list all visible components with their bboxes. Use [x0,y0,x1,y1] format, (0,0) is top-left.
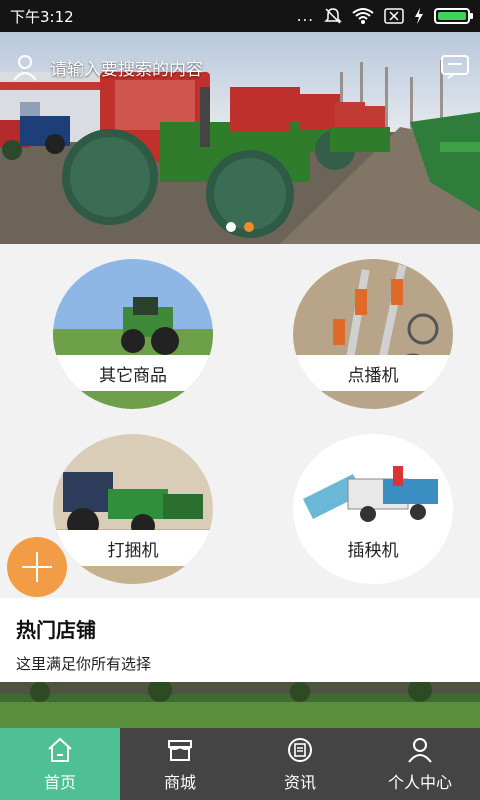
more-dots-icon: ... [296,7,314,25]
user-icon[interactable] [10,52,40,82]
hero-banner[interactable]: 请输入要搜索的内容 [0,32,480,244]
nav-shop[interactable]: 商城 [120,728,240,800]
category-other-products[interactable]: 其它商品 [53,259,213,409]
news-icon [288,737,312,762]
nav-news[interactable]: 资讯 [240,728,360,800]
nav-label: 资讯 [283,772,316,792]
hot-stores-subtitle: 这里满足你所有选择 [16,655,152,673]
status-bar: 下午3:12 ... [0,0,480,32]
message-icon[interactable] [440,54,470,80]
wifi-icon [352,8,374,24]
nav-label: 首页 [43,772,76,792]
nav-label: 个人中心 [387,772,452,792]
hot-stores-section: 热门店铺 这里满足你所有选择 [0,598,480,682]
bottom-nav: 首页 商城 资讯 个人中心 [0,728,480,800]
category-baler[interactable]: 打捆机 [53,434,213,584]
category-label: 插秧机 [293,530,453,566]
hot-stores-title: 热门店铺 [16,618,96,642]
nav-home[interactable]: 首页 [0,728,120,800]
category-rice-transplanter[interactable]: 插秧机 [293,434,453,584]
person-icon [408,737,432,763]
add-button[interactable] [7,537,67,597]
nav-label: 商城 [163,772,196,792]
mute-icon [324,8,342,24]
field-image [0,682,480,728]
category-grid: 其它商品 点播机 打捆机 插秧机 [0,244,480,598]
carousel-dots [0,222,480,232]
status-icons: ... [296,7,473,25]
store-banner-image[interactable] [0,682,480,728]
category-seeder[interactable]: 点播机 [293,259,453,409]
search-bar[interactable]: 请输入要搜索的内容 [10,50,470,84]
carousel-dot-active[interactable] [244,222,254,232]
home-icon [48,737,72,762]
sim-icon [384,8,404,24]
status-time: 下午3:12 [10,7,74,26]
carousel-dot[interactable] [226,222,236,232]
battery-icon [434,8,473,24]
category-label: 点播机 [293,355,453,391]
search-input[interactable]: 请输入要搜索的内容 [50,55,440,80]
category-label: 打捆机 [53,530,213,566]
category-label: 其它商品 [53,355,213,391]
charging-icon [415,8,423,24]
nav-profile[interactable]: 个人中心 [360,728,480,800]
store-icon [168,739,192,761]
